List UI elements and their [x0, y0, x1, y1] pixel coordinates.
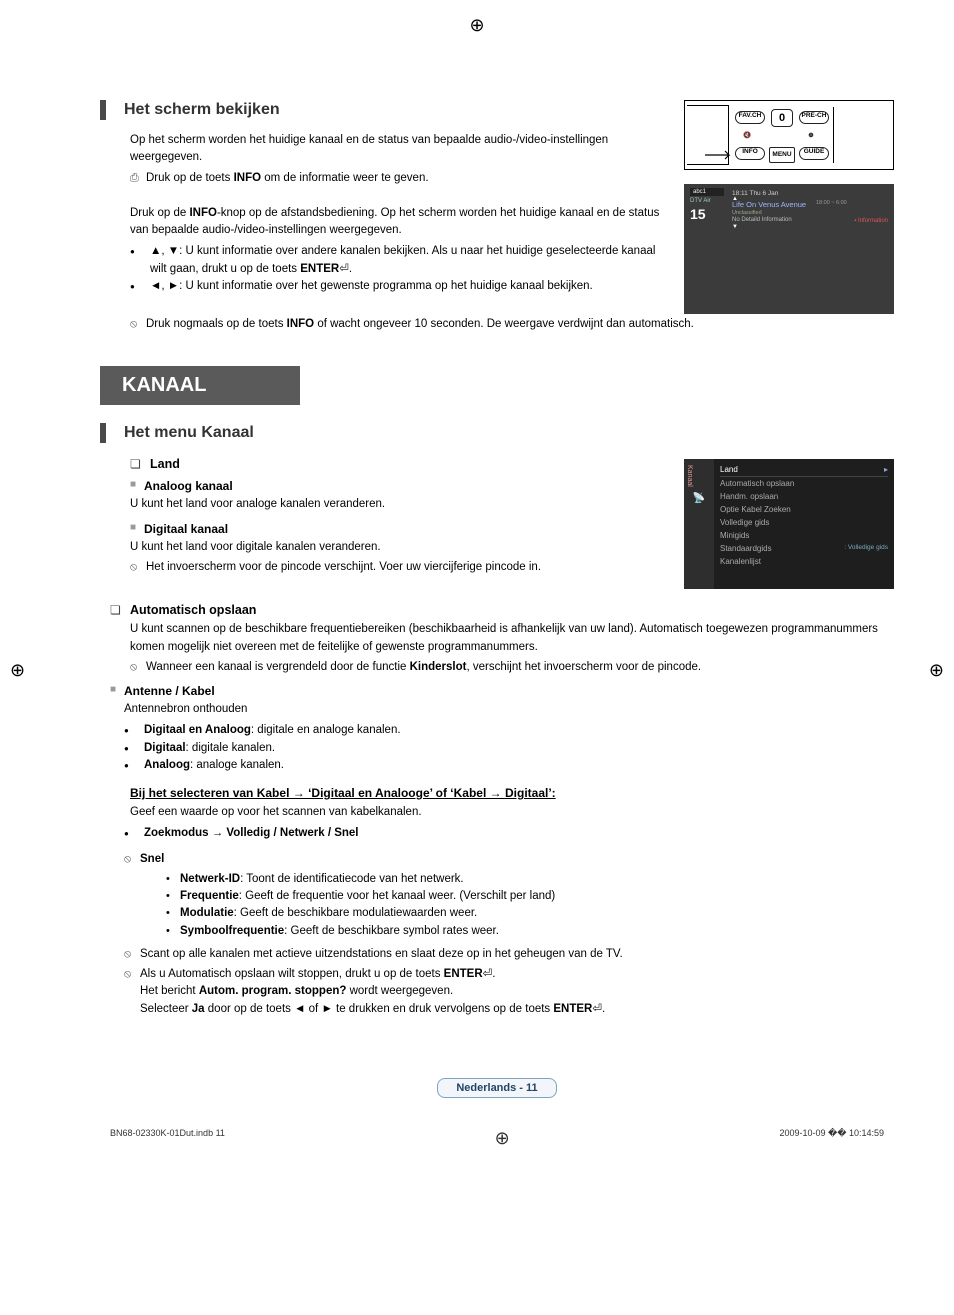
body-text: Geef een waarde op voor het scannen van …: [130, 804, 894, 821]
remote-mute-icon: 🔇: [739, 131, 755, 143]
list-item: Netwerk-ID: Toont de identificatiecode v…: [166, 871, 894, 888]
note-icon: ⦸: [130, 316, 146, 333]
remote-illustration: FAV.CH 0 PRE-CH 🔇 ⊕ INFO MENU GUIDE abc1…: [684, 100, 894, 314]
remote-btn-zero: 0: [771, 109, 793, 127]
note-icon: ⦸: [130, 559, 146, 576]
subsubhead: ■ Analoog kanaal: [130, 479, 664, 493]
up-arrow-icon: ▲: [732, 196, 738, 202]
remote-btn-menu: MENU: [769, 147, 795, 163]
section-header-screen: Het scherm bekijken: [100, 100, 664, 120]
remote-btn-favch: FAV.CH: [735, 111, 765, 124]
page-number: Nederlands - 11: [437, 1078, 556, 1098]
body-text: Het invoerscherm voor de pincode verschi…: [146, 559, 664, 576]
section-tab-icon: [100, 423, 106, 443]
menu-screenshot: Kanaal 📡 Land ▸ Automatisch opslaan Hand…: [684, 459, 894, 589]
menu-item: Automatisch opslaan: [720, 477, 888, 490]
q-icon: ❏: [130, 457, 150, 471]
menu-item: Kanalenlijst: [720, 555, 888, 568]
right-arrow-icon: ▸: [884, 465, 888, 474]
list-item: Frequentie: Geeft de frequentie voor het…: [166, 888, 894, 905]
note-icon: ⦸: [130, 659, 146, 676]
remote-btn-guide: GUIDE: [799, 147, 829, 160]
list-item: Digitaal: digitale kanalen.: [124, 740, 894, 757]
list-item: Zoekmodus → Volledig / Netwerk / Snel: [124, 825, 894, 842]
osd-datetime: 18:11 Thu 6 Jan: [732, 190, 778, 197]
underline-heading: Bij het selecteren van Kabel → ‘Digitaal…: [130, 786, 894, 800]
footer: BN68-02330K-01Dut.indb 11 ⊕ 2009-10-09 �…: [100, 1128, 894, 1149]
body-text: U kunt scannen op de beschikbare frequen…: [130, 621, 894, 656]
remote-note-icon: ⎙: [130, 170, 146, 187]
section-header-menu: Het menu Kanaal: [100, 423, 894, 443]
body-text: Wanneer een kanaal is vergrendeld door d…: [146, 659, 894, 676]
remote-btn-prech: PRE-CH: [799, 111, 829, 124]
osd-extra: No Detaild Information: [732, 217, 792, 223]
square-icon: ■: [130, 479, 144, 490]
section-title: Het menu Kanaal: [124, 424, 254, 442]
remote-diagram: FAV.CH 0 PRE-CH 🔇 ⊕ INFO MENU GUIDE: [684, 100, 894, 170]
menu-selected-item: Land: [720, 465, 738, 474]
square-icon: ■: [130, 522, 144, 533]
menu-item: Optie Kabel Zoeken: [720, 503, 888, 516]
osd-channel-tag: abc1: [690, 188, 724, 196]
body-text: Druk nogmaals op de toets INFO of wacht …: [146, 316, 894, 333]
remote-btn-info: INFO: [735, 147, 765, 160]
square-icon: ■: [110, 684, 124, 695]
menu-item: Handm. opslaan: [720, 490, 888, 503]
list-item: ▲, ▼: U kunt informatie over andere kana…: [130, 243, 664, 278]
body-text: Druk op de toets INFO om de informatie w…: [146, 170, 664, 187]
section-title: Het scherm bekijken: [124, 101, 280, 119]
menu-item: Minigids: [720, 529, 888, 542]
chapter-banner: KANAAL: [100, 366, 300, 405]
crop-mark-left: ⊕: [10, 660, 25, 681]
menu-item: Volledige gids: [720, 516, 888, 529]
body-text: Scant op alle kanalen met actieve uitzen…: [140, 946, 894, 963]
osd-channel-number: 15: [690, 206, 706, 222]
list-item: ◄, ►: U kunt informatie over het gewenst…: [130, 278, 664, 295]
crop-mark-right: ⊕: [929, 660, 944, 681]
body-text: Als u Automatisch opslaan wilt stoppen, …: [140, 966, 894, 1018]
subsubhead: ■ Antenne / Kabel: [110, 684, 894, 698]
list-item: Symboolfrequentie: Geeft de beschikbare …: [166, 923, 894, 940]
menu-preview: Kanaal 📡 Land ▸ Automatisch opslaan Hand…: [684, 459, 894, 589]
sidebar-dish-icon: 📡: [684, 493, 714, 504]
crop-mark-bottom: ⊕: [495, 1128, 510, 1149]
osd-source: DTV Air: [690, 198, 711, 204]
section-tab-icon: [100, 100, 106, 120]
body-text: Antennebron onthouden: [124, 701, 894, 718]
osd-program-title: Life On Venus Avenue: [732, 200, 806, 209]
list-item: Modulatie: Geeft de beschikbare modulati…: [166, 905, 894, 922]
note-icon: ⦸: [124, 851, 140, 868]
menu-sidebar: Kanaal 📡: [684, 459, 714, 589]
remote-plus-icon: ⊕: [803, 131, 819, 143]
note-icon: ⦸: [124, 966, 140, 983]
arrow-to-info-icon: [705, 149, 735, 161]
osd-info-label: ▪ Information: [854, 218, 888, 224]
list-item: Digitaal en Analoog: digitale en analoge…: [124, 722, 894, 739]
footer-right: 2009-10-09 �� 10:14:59: [779, 1128, 884, 1149]
menu-item-value: : Volledige gids: [844, 544, 888, 553]
osd-rating: Unclassified: [732, 210, 762, 216]
subhead-land: ❏ Land: [130, 457, 664, 471]
subsubhead: ■ Digitaal kanaal: [130, 522, 664, 536]
list-item: Analoog: analoge kanalen.: [124, 757, 894, 774]
q-icon: ❏: [110, 603, 130, 617]
crop-mark-top: ⊕: [469, 15, 484, 36]
osd-preview: abc1 DTV Air 15 18:11 Thu 6 Jan Life On …: [684, 184, 894, 314]
menu-item: Standaardgids: [720, 544, 772, 553]
subhead-auto: ❏ Automatisch opslaan: [110, 603, 894, 617]
osd-timespan: 18:00 ~ 6:00: [816, 200, 847, 206]
down-arrow-icon: ▼: [732, 224, 738, 230]
remote-body-outline-right: [833, 107, 891, 163]
note-icon: ⦸: [124, 946, 140, 963]
body-text: Snel: [140, 853, 164, 865]
footer-left: BN68-02330K-01Dut.indb 11: [110, 1128, 225, 1149]
